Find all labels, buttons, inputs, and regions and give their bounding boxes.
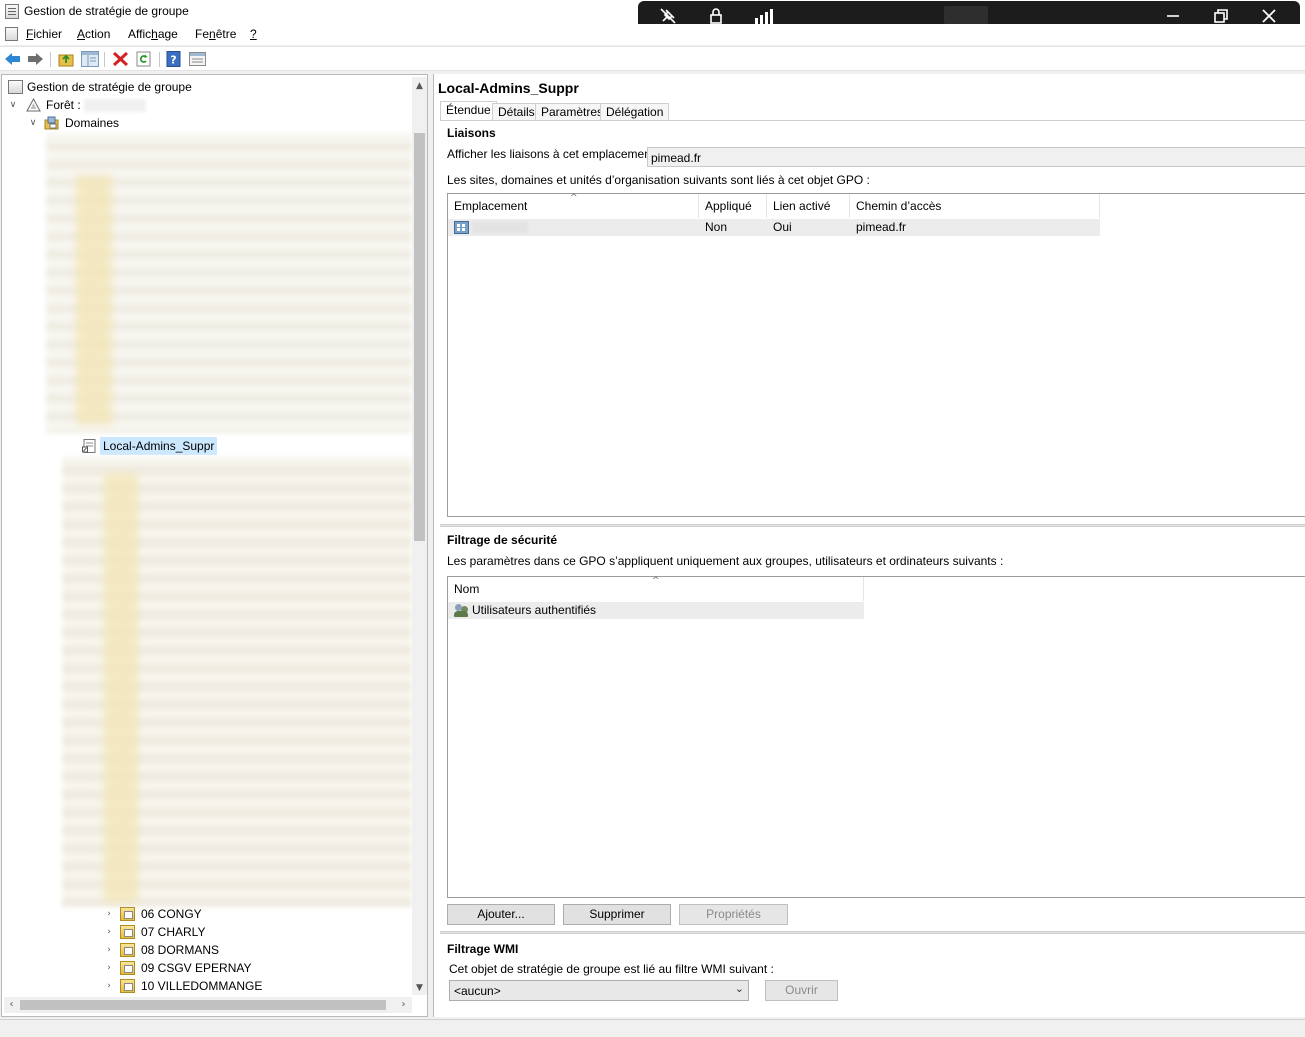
gpmc-app-icon (5, 4, 19, 19)
scroll-thumb[interactable] (414, 133, 425, 541)
console-doc-icon[interactable] (5, 27, 18, 41)
chevron-right-icon[interactable]: › (104, 959, 114, 977)
tab-details[interactable]: Détails (492, 103, 541, 121)
chevron-right-icon[interactable]: › (104, 941, 114, 959)
users-group-icon (454, 603, 469, 618)
section-splitter[interactable] (440, 524, 1305, 527)
forward-icon[interactable] (26, 51, 43, 67)
wmi-description: Cet objet de stratégie de groupe est lié… (449, 962, 774, 976)
properties-button[interactable]: Propriétés (679, 904, 788, 925)
delete-icon[interactable] (112, 51, 129, 67)
cell-chemin-acces: pimead.fr (856, 220, 907, 234)
tab-etendue[interactable]: Étendue (440, 101, 497, 121)
table-row[interactable]: Utilisateurs authentifiés (448, 602, 864, 619)
cell-applique: Non (705, 220, 728, 234)
toolbar-separator (104, 52, 105, 67)
open-wmi-button[interactable]: Ouvrir (765, 980, 838, 1001)
gpo-title: Local-Admins_Suppr (438, 80, 579, 96)
ou-icon (120, 979, 135, 993)
help-icon[interactable]: ? (166, 51, 183, 67)
security-listview[interactable]: Nom ^ Utilisateurs authentifiés (447, 576, 1305, 898)
col-applique[interactable]: Appliqué (699, 194, 767, 218)
refresh-icon[interactable] (136, 51, 153, 67)
tree-redacted-folders (76, 175, 112, 425)
window-title: Gestion de stratégie de groupe (24, 4, 189, 18)
connection-name (944, 6, 988, 24)
forest-name-redacted (84, 99, 146, 112)
wmi-filter-select[interactable]: <aucun> ⌄ (449, 980, 749, 1001)
chevron-down-icon[interactable]: ⌄ (735, 982, 744, 995)
svg-text:?: ? (170, 54, 176, 67)
scroll-left-icon[interactable]: ‹ (4, 997, 19, 1013)
sort-ascending-icon: ^ (570, 193, 578, 203)
toolbar: ? (0, 46, 1305, 71)
col-lien-active[interactable]: Lien activé (767, 194, 850, 218)
gpmc-icon (8, 80, 23, 94)
menu-fenetre[interactable]: Fenêtre (195, 27, 236, 41)
ou-icon (120, 961, 135, 975)
cell-nom: Utilisateurs authentifiés (472, 603, 597, 617)
menu-help[interactable]: ? (250, 27, 257, 41)
security-description: Les paramètres dans ce GPO s’appliquent … (447, 554, 1004, 568)
wmi-section-title: Filtrage WMI (447, 942, 519, 956)
status-bar (0, 1019, 1305, 1037)
links-location-field[interactable]: pimead.fr (647, 147, 1305, 167)
scroll-down-icon[interactable]: ▼ (412, 981, 427, 995)
wmi-filter-value: <aucun> (454, 984, 501, 998)
sort-ascending-icon: ^ (652, 576, 660, 586)
links-section-title: Liaisons (447, 126, 496, 140)
links-listview[interactable]: Emplacement ^ Appliqué Lien activé Chemin… (447, 193, 1305, 517)
ou-icon (120, 907, 135, 921)
scroll-thumb[interactable] (20, 1000, 386, 1010)
ou-icon (120, 943, 135, 957)
toolbar-separator (50, 52, 51, 67)
scroll-right-icon[interactable]: › (396, 997, 411, 1013)
menu-fichier[interactable]: Fichier (26, 27, 62, 41)
chevron-right-icon[interactable]: › (104, 977, 114, 995)
domains-icon (44, 116, 59, 130)
gpo-details-pane: Local-Admins_Suppr Étendue Détails Param… (433, 74, 1305, 1017)
table-row[interactable]: Non Oui pimead.fr (448, 219, 1100, 236)
menu-affichage[interactable]: Affichage (128, 27, 178, 41)
links-description: Les sites, domaines et unités d’organisa… (447, 173, 870, 187)
gpo-link-icon (82, 439, 97, 453)
chevron-right-icon[interactable]: › (104, 905, 114, 923)
col-chemin-acces[interactable]: Chemin d’accès (850, 194, 1100, 218)
cell-lien-active: Oui (773, 220, 792, 234)
tab-delegation[interactable]: Délégation (600, 103, 670, 121)
show-hide-tree-icon[interactable] (81, 51, 99, 67)
add-button[interactable]: Ajouter... (447, 904, 555, 925)
menu-action[interactable]: Action (77, 27, 110, 41)
chevron-right-icon[interactable]: › (104, 923, 114, 941)
toolbar-separator (159, 52, 160, 67)
location-redacted (472, 222, 528, 233)
links-location-label: Afficher les liaisons à cet emplacement … (447, 147, 661, 161)
scroll-up-icon[interactable]: ▲ (412, 79, 427, 93)
remove-button[interactable]: Supprimer (563, 904, 671, 925)
section-splitter[interactable] (440, 931, 1305, 934)
col-emplacement[interactable]: Emplacement ^ (448, 193, 699, 218)
tab-parametres[interactable]: Paramètres (535, 103, 610, 121)
chevron-down-icon[interactable]: ∨ (28, 114, 38, 132)
back-icon[interactable] (4, 51, 21, 67)
console-tree[interactable]: Gestion de stratégie de groupe ∨ Forêt :… (1, 74, 428, 1017)
menu-bar: Fichier Action Affichage Fenêtre ? (0, 24, 1305, 45)
security-section-title: Filtrage de sécurité (447, 533, 558, 547)
col-nom[interactable]: Nom ^ (448, 576, 864, 601)
tree-horizontal-scrollbar[interactable]: ‹ › (4, 997, 412, 1013)
tab-etendue-content: Liaisons Afficher les liaisons à cet emp… (440, 120, 1305, 1017)
chevron-down-icon[interactable]: ∨ (8, 96, 18, 114)
properties-icon[interactable] (189, 51, 206, 67)
ou-icon (120, 925, 135, 939)
forest-icon (26, 97, 41, 112)
domain-icon (454, 221, 469, 234)
tree-redacted-folders-2 (104, 473, 138, 903)
tree-vertical-scrollbar[interactable]: ▲ ▼ (412, 77, 427, 995)
up-folder-icon[interactable] (58, 51, 75, 67)
